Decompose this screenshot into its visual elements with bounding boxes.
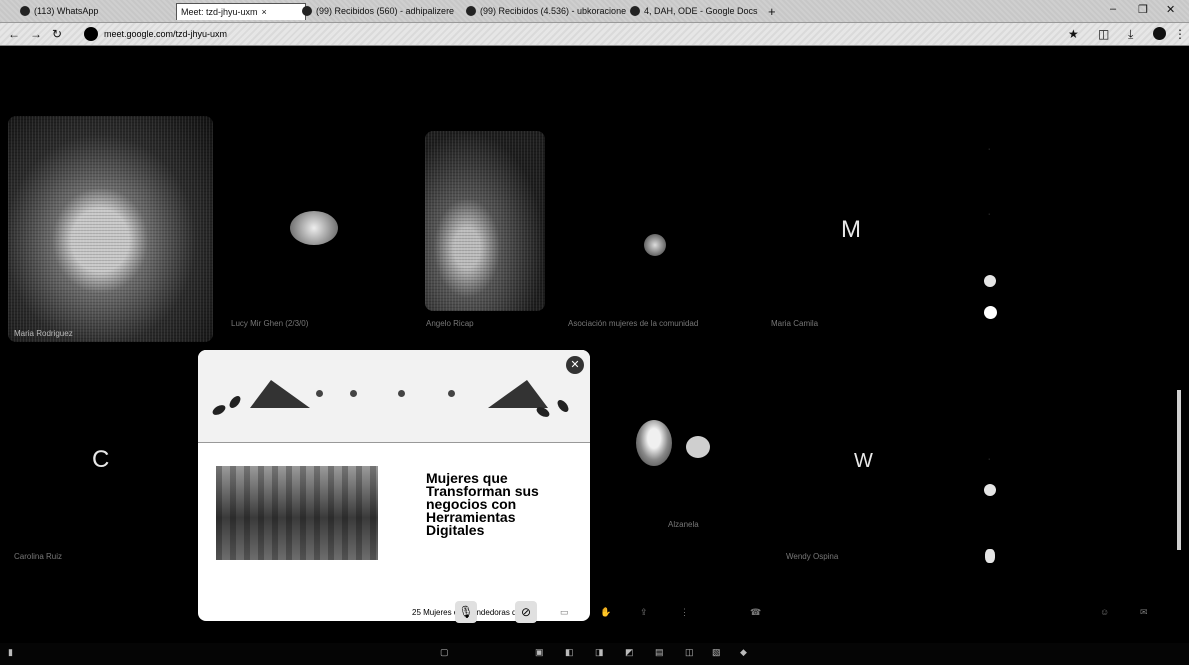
profile-avatar[interactable] xyxy=(1153,27,1166,40)
feature-icon xyxy=(316,390,323,397)
tab-gmail-2[interactable]: (99) Recibidos (4.536) - ubkoraciones xyxy=(466,3,626,19)
extensions-icon[interactable]: ◫ xyxy=(1098,27,1109,41)
tab-whatsapp[interactable]: (113) WhatsApp xyxy=(20,3,140,19)
maximize-icon[interactable]: ❐ xyxy=(1138,3,1148,16)
site-info-icon[interactable] xyxy=(84,26,98,41)
participant-tile[interactable]: W Wendy Ospina xyxy=(780,364,965,569)
tab-meet[interactable]: Meet: tzd-jhyu-uxm × xyxy=(176,3,306,20)
shared-group-photo xyxy=(216,466,378,560)
camera-off-icon: ⊘ xyxy=(520,605,532,619)
feature-icon-group xyxy=(448,390,458,397)
download-icon[interactable]: ⤓ xyxy=(1128,27,1133,42)
participant-tile[interactable]: M Maria Camila xyxy=(765,166,965,336)
new-tab-button[interactable]: + xyxy=(768,3,784,19)
taskbar-icon[interactable]: ◆ xyxy=(740,647,747,658)
tab-google-docs[interactable]: 4, DAH, ODE - Google Docs xyxy=(630,3,760,19)
shared-nav-strip xyxy=(198,350,590,360)
scrollbar[interactable] xyxy=(1177,390,1181,550)
taskbar-icon[interactable]: ◧ xyxy=(565,647,574,658)
participant-mini-avatar[interactable] xyxy=(984,306,997,319)
docs-icon xyxy=(630,6,640,16)
taskbar-icon[interactable]: ▤ xyxy=(655,647,664,658)
whatsapp-icon xyxy=(20,6,30,16)
reload-icon[interactable]: ↻ xyxy=(52,27,62,41)
shared-headline: Mujeres que Transforman sus negocios con… xyxy=(426,470,539,538)
feature-icon-group xyxy=(350,390,360,397)
raise-hand-icon[interactable]: ✋ xyxy=(600,607,611,618)
taskbar-icon[interactable]: ▣ xyxy=(535,647,544,658)
gmail-icon xyxy=(466,6,476,16)
mic-off-icon: 🎙 xyxy=(458,605,474,619)
leave-call-icon[interactable]: ☎ xyxy=(750,607,761,618)
participant-video xyxy=(8,116,213,342)
participant-tile[interactable]: Alzanela xyxy=(600,364,770,569)
taskbar-icon[interactable]: ▢ xyxy=(440,647,449,658)
reaction-icon[interactable] xyxy=(984,275,996,287)
participant-avatar xyxy=(636,420,672,466)
participant-tile[interactable]: Maria Rodriguez xyxy=(8,116,213,346)
browser-tab-bar: (113) WhatsApp Meet: tzd-jhyu-uxm × (99)… xyxy=(0,0,1189,23)
feature-icon-group xyxy=(398,390,408,397)
participant-video xyxy=(425,131,545,311)
present-icon[interactable]: ⇪ xyxy=(640,607,648,618)
taskbar-icon[interactable]: ◩ xyxy=(625,647,634,658)
decorative-wave-right xyxy=(488,380,548,408)
meet-stage: Maria Rodriguez Lucy Mir Ghen (2/3/0) An… xyxy=(0,46,1189,665)
participant-tile[interactable]: C Carolina Ruiz xyxy=(8,364,193,569)
rail-indicator: · xyxy=(988,211,991,218)
feature-icon xyxy=(448,390,455,397)
people-icon[interactable]: ☺ xyxy=(1100,607,1109,617)
rail-indicator: · xyxy=(988,456,991,463)
participant-mini-avatar[interactable] xyxy=(984,484,996,496)
leaf-icon xyxy=(210,403,228,417)
close-tab-icon[interactable]: × xyxy=(262,7,267,17)
participant-avatar xyxy=(644,234,666,256)
decorative-wave-left xyxy=(250,380,310,408)
tab-gmail-1[interactable]: (99) Recibidos (560) - adhipalizere xyxy=(302,3,462,19)
participant-tile[interactable]: Angelo Ricap xyxy=(420,131,550,336)
address-bar-row: ← → ↻ meet.google.com/tzd-jhyu-uxm ★ ◫ ⤓… xyxy=(0,23,1189,46)
participant-tile[interactable]: Lucy Mir Ghen (2/3/0) xyxy=(225,166,410,336)
captions-icon[interactable]: ▭ xyxy=(560,607,569,618)
feature-icon-group xyxy=(316,390,326,397)
rail-indicator: · xyxy=(988,146,991,153)
participant-avatar-secondary xyxy=(686,436,710,458)
close-icon[interactable]: ✕ xyxy=(566,356,584,374)
feature-icon xyxy=(398,390,405,397)
participant-tile[interactable]: Asociación mujeres de la comunidad xyxy=(562,166,762,336)
close-window-icon[interactable]: ✕ xyxy=(1166,3,1175,16)
participant-mini-avatar[interactable] xyxy=(985,549,995,563)
leaf-icon xyxy=(227,394,243,410)
leaf-icon xyxy=(534,405,552,419)
taskbar-icon[interactable]: ◫ xyxy=(685,647,694,658)
shared-screen-window[interactable]: ✕ Mujeres que Transforman sus negocios c… xyxy=(198,350,590,621)
url-field[interactable]: meet.google.com/tzd-jhyu-uxm xyxy=(84,26,1084,41)
mic-button[interactable]: 🎙 xyxy=(455,601,477,623)
participant-avatar xyxy=(290,211,338,245)
taskbar-icon[interactable]: ▧ xyxy=(712,647,721,658)
camera-button[interactable]: ⊘ xyxy=(515,601,537,623)
chat-icon[interactable]: ✉ xyxy=(1140,607,1148,618)
feature-icon xyxy=(350,390,357,397)
more-options-icon[interactable]: ⋮ xyxy=(680,607,689,618)
shared-browser-header xyxy=(198,350,590,443)
taskbar-icon[interactable]: ◨ xyxy=(595,647,604,658)
gmail-icon xyxy=(302,6,312,16)
back-icon[interactable]: ← xyxy=(8,27,20,41)
bookmark-star-icon[interactable]: ★ xyxy=(1068,27,1079,41)
leaf-icon xyxy=(555,398,571,414)
menu-icon[interactable]: ⋮ xyxy=(1174,27,1186,41)
minimize-icon[interactable]: – xyxy=(1110,3,1116,15)
forward-icon[interactable]: → xyxy=(30,27,42,41)
start-icon[interactable]: ▮ xyxy=(8,647,13,658)
